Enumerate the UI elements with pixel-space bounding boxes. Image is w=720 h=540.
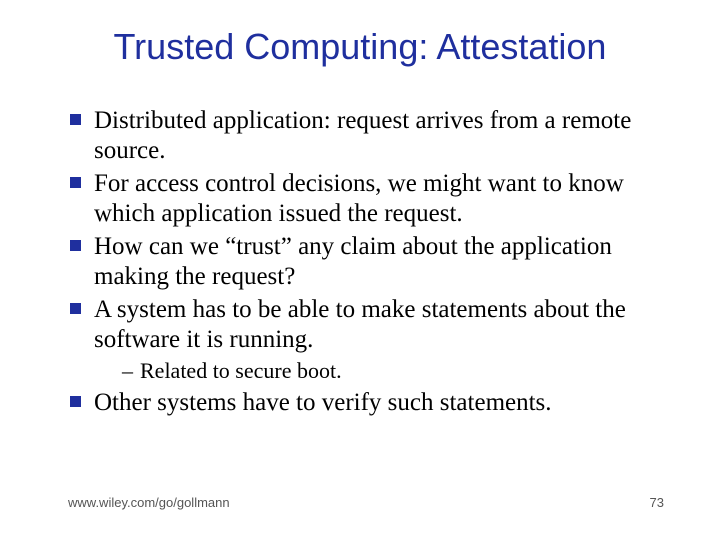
slide-body: Distributed application: request arrives…	[68, 106, 668, 421]
sub-bullet-list: Related to secure boot.	[94, 358, 668, 384]
slide: Trusted Computing: Attestation Distribut…	[0, 0, 720, 540]
bullet-item: For access control decisions, we might w…	[68, 169, 668, 228]
bullet-item: Distributed application: request arrives…	[68, 106, 668, 165]
bullet-item: Other systems have to verify such statem…	[68, 388, 668, 418]
bullet-text: Other systems have to verify such statem…	[94, 389, 552, 416]
slide-title: Trusted Computing: Attestation	[0, 26, 720, 68]
bullet-item: A system has to be able to make statemen…	[68, 295, 668, 384]
sub-bullet-text: Related to secure boot.	[140, 358, 342, 383]
bullet-text: Distributed application: request arrives…	[94, 107, 631, 164]
bullet-text: For access control decisions, we might w…	[94, 170, 624, 227]
bullet-list: Distributed application: request arrives…	[68, 106, 668, 417]
footer-url: www.wiley.com/go/gollmann	[68, 495, 230, 510]
bullet-item: How can we “trust” any claim about the a…	[68, 232, 668, 291]
sub-bullet-item: Related to secure boot.	[122, 358, 668, 384]
bullet-text: How can we “trust” any claim about the a…	[94, 233, 612, 290]
bullet-text: A system has to be able to make statemen…	[94, 296, 626, 353]
page-number: 73	[650, 495, 664, 510]
